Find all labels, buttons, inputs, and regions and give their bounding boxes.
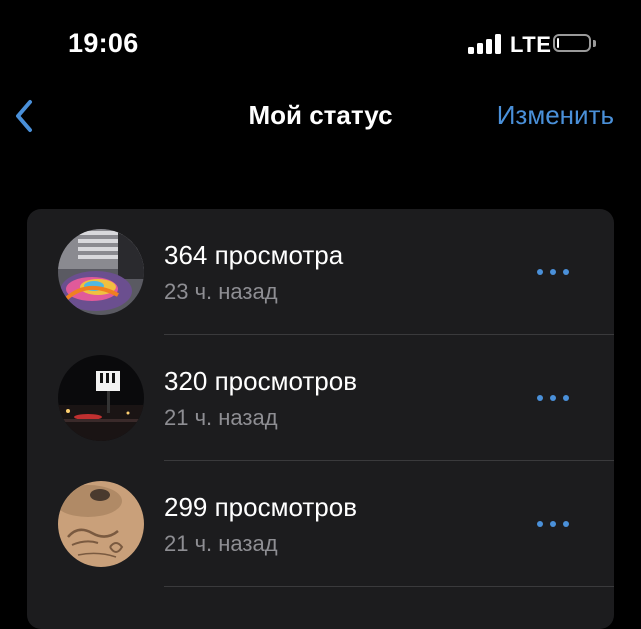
list-item[interactable]: 299 просмотров 21 ч. назад bbox=[27, 461, 614, 587]
status-views: 320 просмотров bbox=[164, 366, 358, 396]
edit-button[interactable]: Изменить bbox=[497, 100, 614, 131]
battery-level-fill bbox=[557, 38, 559, 48]
list-item[interactable]: 320 просмотров 21 ч. назад bbox=[27, 335, 614, 461]
status-time: 21 ч. назад bbox=[164, 405, 278, 430]
battery-cap bbox=[593, 40, 596, 47]
status-list: 364 просмотра 23 ч. назад 320 просмотров… bbox=[27, 209, 614, 629]
list-item[interactable]: 364 просмотра 23 ч. назад bbox=[27, 209, 614, 335]
clock: 19:06 bbox=[68, 28, 139, 58]
status-bar: 19:06 LTE bbox=[0, 0, 641, 88]
status-views: 364 просмотра bbox=[164, 240, 344, 270]
row-divider bbox=[164, 586, 614, 587]
battery-icon bbox=[553, 34, 591, 52]
status-time: 21 ч. назад bbox=[164, 531, 278, 556]
more-options-button[interactable] bbox=[537, 257, 571, 287]
more-options-button[interactable] bbox=[537, 383, 571, 413]
status-thumbnail bbox=[58, 481, 144, 567]
status-thumbnail bbox=[58, 229, 144, 315]
network-type: LTE bbox=[510, 32, 552, 57]
status-time: 23 ч. назад bbox=[164, 279, 278, 304]
navigation-bar: Мой статус Изменить bbox=[0, 88, 641, 144]
status-views: 299 просмотров bbox=[164, 492, 358, 522]
status-thumbnail bbox=[58, 355, 144, 441]
signal-strength-icon bbox=[468, 34, 504, 54]
more-options-button[interactable] bbox=[537, 509, 571, 539]
